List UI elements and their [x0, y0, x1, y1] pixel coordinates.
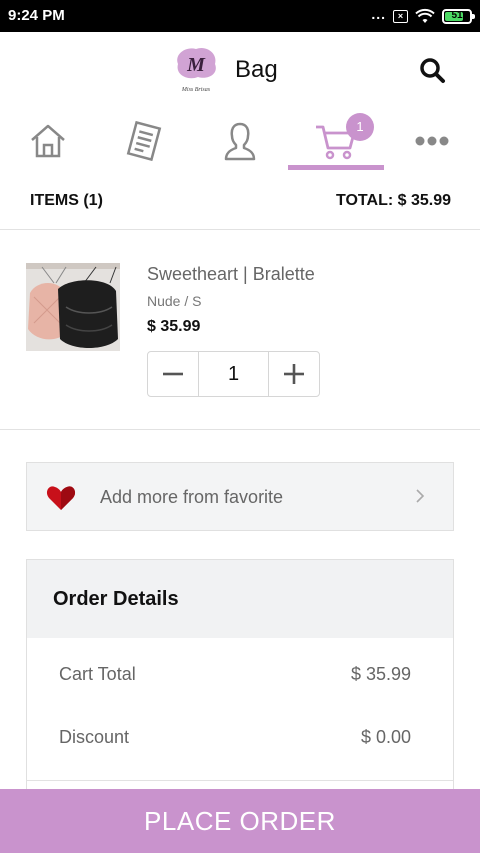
quantity-value[interactable]: 1 — [198, 352, 269, 396]
profile-icon — [224, 122, 256, 161]
status-bar: 9:24 PM ... × 51 — [0, 0, 480, 32]
active-tab-indicator — [288, 165, 384, 170]
svg-text:M: M — [186, 54, 206, 76]
decrease-quantity-button[interactable] — [148, 352, 198, 396]
catalog-icon — [126, 121, 162, 161]
brand-logo[interactable]: M Miss Brisas — [172, 44, 220, 94]
plus-icon — [284, 364, 304, 384]
cart-total-row: Cart Total $ 35.99 — [27, 664, 453, 704]
cart-total-label: Cart Total — [59, 664, 136, 684]
tab-more[interactable] — [384, 108, 480, 174]
chevron-right-icon — [416, 489, 425, 503]
cart-total-value: $ 35.99 — [350, 664, 411, 684]
battery-icon: 51 — [442, 8, 475, 24]
tab-profile[interactable] — [192, 108, 288, 174]
quantity-stepper: 1 — [147, 351, 320, 397]
status-icons: ... × 51 — [371, 6, 475, 26]
product-thumbnail[interactable] — [26, 263, 120, 351]
add-from-favorites-row[interactable]: Add more from favorite — [26, 462, 454, 531]
minus-icon — [163, 372, 183, 376]
items-count: ITEMS (1) — [30, 192, 103, 209]
product-price: $ 35.99 — [147, 318, 201, 335]
cart-item: Sweetheart | Bralette Nude / S $ 35.99 1 — [0, 230, 480, 430]
status-time: 9:24 PM — [8, 7, 65, 24]
battery-level: 51 — [451, 9, 463, 21]
discount-row: Discount $ 0.00 — [27, 727, 453, 767]
bag-total: TOTAL: $ 35.99 — [336, 192, 451, 209]
order-details-title: Order Details — [53, 588, 179, 610]
app-header: M Miss Brisas Bag — [0, 32, 480, 108]
home-icon — [31, 124, 65, 158]
bag-summary: ITEMS (1) TOTAL: $ 35.99 — [0, 174, 480, 230]
product-variant: Nude / S — [147, 293, 202, 309]
svg-text:Miss Brisas: Miss Brisas — [181, 87, 211, 93]
notification-dots-icon: ... — [371, 6, 386, 22]
discount-label: Discount — [59, 727, 130, 747]
cart-count-badge: 1 — [346, 113, 374, 141]
divider — [27, 780, 453, 781]
place-order-button[interactable]: PLACE ORDER — [0, 789, 480, 853]
discount-value: $ 0.00 — [360, 727, 411, 747]
search-icon[interactable] — [418, 56, 448, 86]
order-details-header: Order Details — [27, 560, 453, 638]
tab-catalog[interactable] — [96, 108, 192, 174]
sim-icon: × — [393, 9, 408, 23]
wifi-icon — [415, 8, 435, 23]
increase-quantity-button[interactable] — [269, 352, 319, 396]
page-title: Bag — [235, 56, 278, 83]
add-from-favorites-label: Add more from favorite — [100, 487, 284, 507]
tab-home[interactable] — [0, 108, 96, 174]
product-name[interactable]: Sweetheart | Bralette — [147, 264, 315, 285]
tab-nav: 1 — [0, 108, 480, 174]
more-icon — [415, 136, 449, 146]
heart-icon — [46, 486, 76, 510]
